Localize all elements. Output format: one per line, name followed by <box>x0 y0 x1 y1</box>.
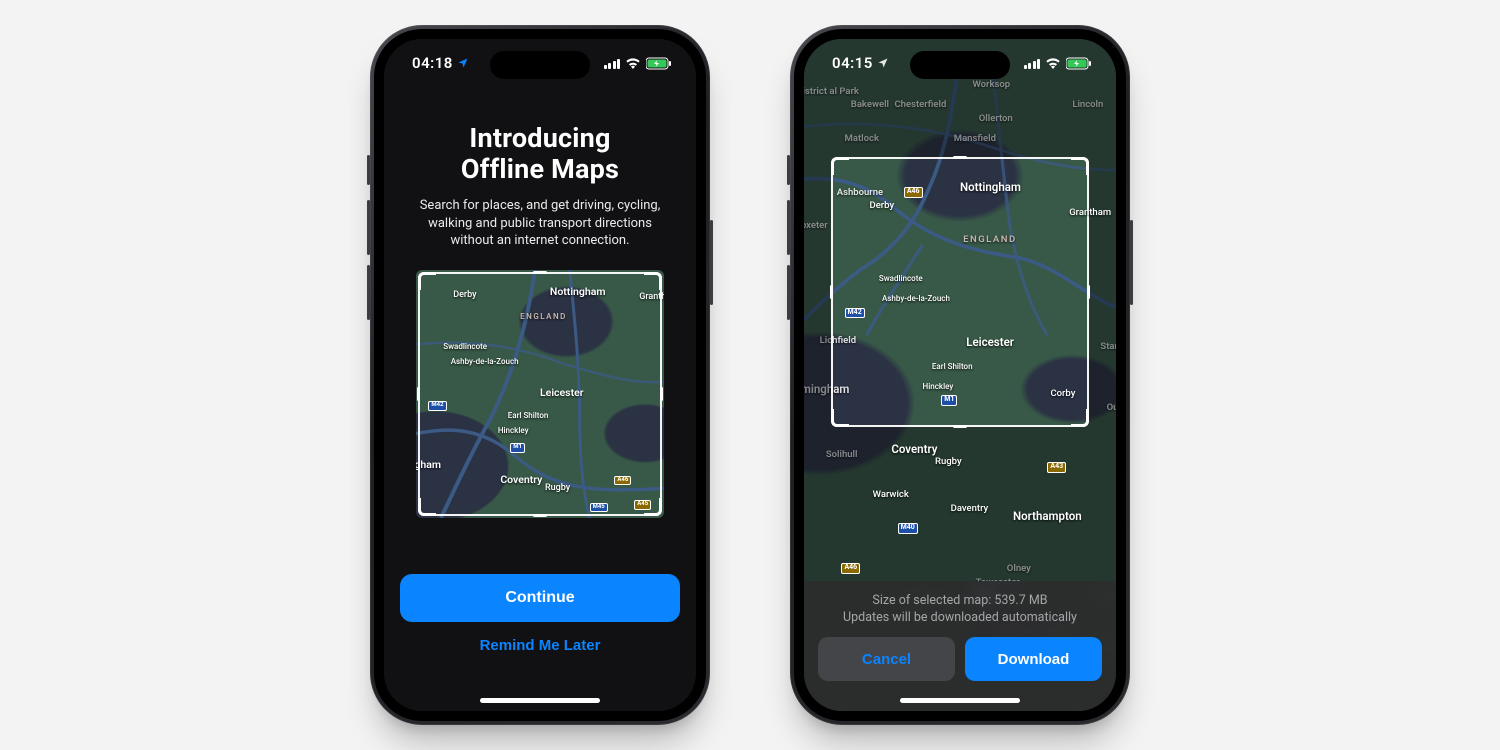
city-label: Earl Shilton <box>508 411 549 420</box>
download-button[interactable]: Download <box>965 637 1102 681</box>
city-label: Mansfield <box>954 133 996 144</box>
side-button <box>710 220 713 305</box>
partial-city-left: ngham <box>416 458 441 471</box>
status-time: 04:18 <box>412 54 453 72</box>
dynamic-island <box>490 51 590 79</box>
intro-subtitle: Search for places, and get driving, cycl… <box>384 197 696 250</box>
city-label: Lichfield <box>820 335 856 346</box>
battery-charging-icon <box>646 57 672 70</box>
road-shield: A46 <box>841 563 860 574</box>
city-label: Chesterfield <box>894 99 946 110</box>
city-label: Swadlincote <box>879 274 923 283</box>
side-button <box>1130 220 1133 305</box>
city-label: istrict al Park <box>804 86 859 97</box>
cellular-signal-icon <box>1024 58 1041 69</box>
region-label: ENGLAND <box>520 312 567 321</box>
cellular-signal-icon <box>604 58 621 69</box>
city-label: Ollerton <box>979 113 1013 124</box>
city-label: Warwick <box>873 489 909 500</box>
region-label: ENGLAND <box>963 234 1017 245</box>
city-label: Grantham <box>639 292 664 302</box>
iphone-right: 04:15 <box>790 25 1130 725</box>
intro-title: Introducing Offline Maps <box>461 123 619 185</box>
road-shield: M1 <box>941 395 957 406</box>
city-label: Swadlincote <box>443 342 487 351</box>
location-arrow-icon <box>877 57 889 69</box>
volume-up-button <box>787 200 790 255</box>
city-label: Coventry <box>891 442 937 456</box>
road-shield: A46 <box>614 476 631 486</box>
city-label: Grantham <box>1069 207 1111 218</box>
city-label: Leicester <box>540 386 584 399</box>
download-sheet: Size of selected map: 539.7 MB Updates w… <box>804 581 1116 711</box>
cancel-button[interactable]: Cancel <box>818 637 955 681</box>
volume-down-button <box>367 265 370 320</box>
city-label: Bakewell <box>851 99 889 110</box>
map-size-label: Size of selected map: 539.7 MB <box>818 593 1102 610</box>
road-shield: A43 <box>1047 462 1066 473</box>
location-arrow-icon <box>457 57 469 69</box>
volume-up-button <box>367 200 370 255</box>
city-label: mingham <box>804 382 849 396</box>
city-label: Earl Shilton <box>932 362 973 371</box>
city-label: Derby <box>453 290 476 300</box>
mute-switch <box>787 155 790 185</box>
city-label: Hinckley <box>498 426 529 435</box>
road-shield: M42 <box>428 401 446 411</box>
road-shield: M42 <box>845 308 865 319</box>
battery-charging-icon <box>1066 57 1092 70</box>
home-indicator[interactable] <box>900 698 1020 703</box>
city-label: Ashby-de-la-Zouch <box>451 357 519 366</box>
city-label: Hinckley <box>923 382 954 391</box>
road-shield: A45 <box>634 500 651 510</box>
city-label: Northampton <box>1013 509 1082 523</box>
city-label: Daventry <box>951 503 989 514</box>
city-label: Rugby <box>935 456 962 467</box>
city-label: Coventry <box>500 473 542 486</box>
city-label: Stam <box>1100 341 1116 352</box>
city-label: Ashbourne <box>837 187 883 198</box>
city-label: Matlock <box>845 133 879 144</box>
city-label: Solihull <box>826 449 858 460</box>
iphone-left: 04:18 Introducing Offline M <box>370 25 710 725</box>
city-label: Rugby <box>545 483 570 493</box>
city-label: Olney <box>1007 563 1031 574</box>
city-label: Derby <box>870 200 895 211</box>
city-label: Oun <box>1107 402 1116 413</box>
road-shield: M40 <box>898 523 918 534</box>
remind-later-button[interactable]: Remind Me Later <box>400 636 680 655</box>
road-shield: M45 <box>590 503 608 513</box>
auto-update-label: Updates will be downloaded automatically <box>818 610 1102 627</box>
dynamic-island <box>910 51 1010 79</box>
wifi-icon <box>625 57 641 69</box>
road-shield: A46 <box>904 187 923 198</box>
city-label: Nottingham <box>550 285 606 298</box>
city-label: oxeter <box>804 220 828 231</box>
map-preview-thumbnail: ENGLAND Nottingham Grantham Derby Swadlinco… <box>416 270 664 518</box>
volume-down-button <box>787 265 790 320</box>
continue-button[interactable]: Continue <box>400 574 680 622</box>
status-time: 04:15 <box>832 54 873 72</box>
home-indicator[interactable] <box>480 698 600 703</box>
city-label: Ashby-de-la-Zouch <box>882 294 950 303</box>
road-shield: M1 <box>510 443 525 453</box>
wifi-icon <box>1045 57 1061 69</box>
city-label: Lincoln <box>1072 99 1103 110</box>
mute-switch <box>367 155 370 185</box>
city-label: Leicester <box>966 335 1014 349</box>
city-label: Nottingham <box>960 180 1021 194</box>
city-label: Corby <box>1050 388 1075 399</box>
